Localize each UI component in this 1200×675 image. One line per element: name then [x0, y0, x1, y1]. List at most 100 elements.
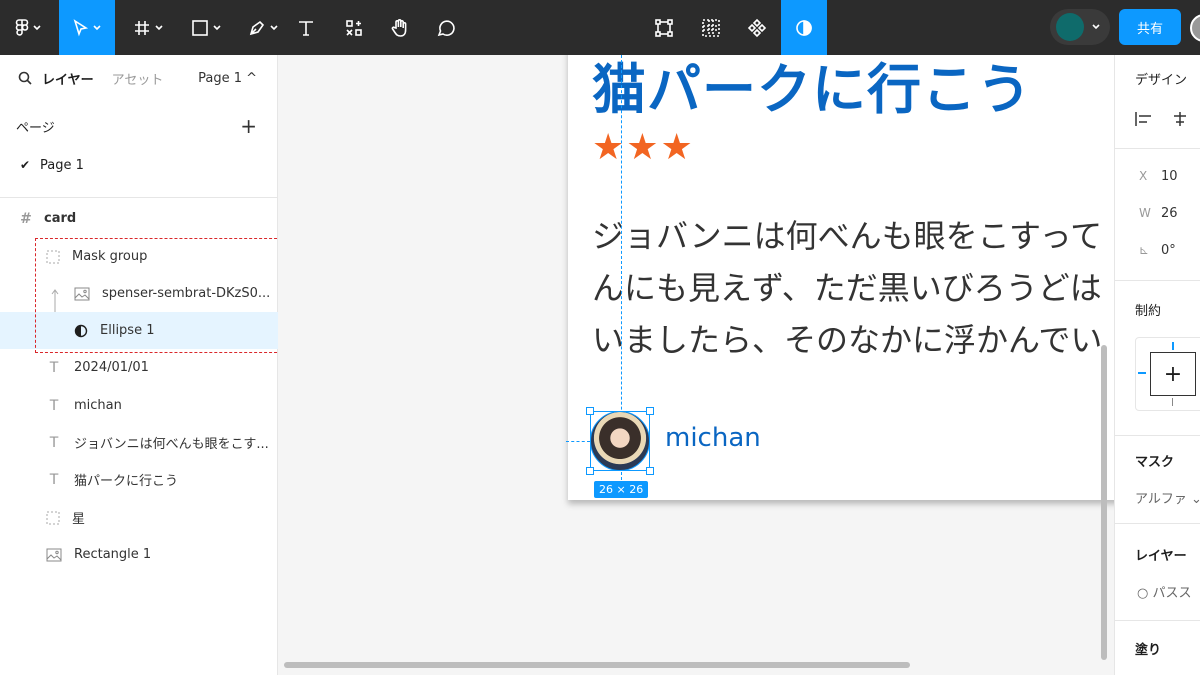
mask-mode-select[interactable]: アルファ ⌄ [1135, 488, 1200, 507]
layer-label: Rectangle 1 [74, 547, 152, 562]
comment-tool-button[interactable] [432, 0, 460, 55]
page-selector[interactable]: Page 1 ^ [198, 71, 257, 86]
align-left-icon[interactable] [1135, 112, 1153, 126]
layer-row-rectangle[interactable]: Rectangle 1 [0, 536, 278, 573]
frame-hash-icon: # [20, 210, 32, 227]
x-field[interactable]: X 10 [1139, 169, 1178, 184]
half-circle-mask-icon [74, 324, 88, 337]
component-button[interactable] [743, 0, 771, 55]
pages-header: ページ + [0, 101, 277, 151]
chevron-down-icon [32, 24, 41, 30]
constraint-left-bar[interactable] [1138, 372, 1146, 374]
chevron-down-icon [93, 24, 101, 30]
search-icon[interactable] [18, 71, 32, 85]
text-t-icon: T [49, 397, 59, 414]
layer-row-ellipse[interactable]: Ellipse 1 [0, 312, 278, 349]
resize-handle[interactable] [646, 407, 654, 415]
divider [1115, 280, 1200, 281]
layer-row-image[interactable]: spenser-sembrat-DKzS0... [0, 275, 278, 312]
resize-handle[interactable] [586, 467, 594, 475]
layer-label: 2024/01/01 [74, 360, 149, 375]
constraint-bottom-bar[interactable] [1172, 398, 1173, 406]
pen-tool-button[interactable] [238, 0, 288, 55]
card-title[interactable]: 猫パークに行こう [592, 55, 1032, 124]
comment-bubble-icon [437, 19, 455, 36]
layer-label: Mask group [72, 249, 148, 264]
w-field[interactable]: W 26 [1139, 206, 1178, 221]
frame-tool-button[interactable] [123, 0, 173, 55]
horizontal-scrollbar[interactable] [284, 662, 910, 668]
move-tool-button[interactable] [59, 0, 115, 55]
card-body-text[interactable]: ジョバンニは何べんも眼をこすって んにも見えず、ただ黒いびろうどは いましたら、… [592, 210, 1114, 366]
divider [1115, 620, 1200, 621]
design-tab[interactable]: デザイン [1135, 69, 1187, 88]
text-tool-button[interactable] [293, 0, 319, 55]
rotation-field[interactable]: ⊾ 0° [1139, 243, 1176, 258]
pages-heading: ページ [16, 120, 55, 136]
hand-tool-button[interactable] [385, 0, 415, 55]
tab-layers[interactable]: レイヤー [42, 69, 94, 88]
dotted-frame-icon [46, 250, 60, 263]
layer-label: michan [74, 398, 122, 413]
text-t-icon: T [49, 434, 59, 451]
text-t-icon: T [49, 359, 59, 376]
rectangle-icon [192, 19, 208, 36]
collaborator-avatar[interactable] [1190, 14, 1200, 42]
constraint-top-bar[interactable] [1172, 342, 1174, 350]
chevron-down-icon [213, 24, 221, 30]
rating-stars[interactable]: ★★★ [592, 127, 695, 168]
hand-icon [391, 18, 407, 37]
resize-handle[interactable] [646, 467, 654, 475]
dotted-frame-icon [46, 511, 60, 524]
canvas[interactable]: 猫パークに行こう ★★★ ジョバンニは何べんも眼をこすって んにも見えず、ただ黒… [278, 55, 1114, 675]
image-icon [46, 548, 62, 561]
page-item-label: Page 1 [40, 157, 84, 173]
page-item[interactable]: ✔ Page 1 [0, 151, 277, 179]
design-panel: デザイン X 10 W 26 ⊾ 0° 制約 + マスク アルファ ⌄ レイヤー ○ … [1114, 55, 1200, 675]
tab-assets[interactable]: アセット [112, 69, 164, 88]
resize-handle[interactable] [586, 407, 594, 415]
check-icon: ✔ [20, 158, 31, 172]
fill-heading: 塗り [1135, 643, 1162, 658]
layer-row-date[interactable]: T 2024/01/01 [0, 349, 278, 386]
main-menu-button[interactable] [0, 0, 55, 55]
w-value: 26 [1161, 206, 1178, 221]
vertical-scrollbar[interactable] [1101, 345, 1107, 660]
layer-row-stars[interactable]: 星 [0, 499, 278, 536]
layer-row-card[interactable]: # card [0, 200, 278, 237]
align-center-icon[interactable] [1171, 112, 1189, 126]
share-button[interactable]: 共有 [1119, 9, 1181, 45]
blend-mode-select[interactable]: ○ パスス [1137, 582, 1191, 601]
layer-label: 猫パークに行こう [74, 474, 179, 489]
divider [1115, 148, 1200, 149]
author-name[interactable]: michan [665, 423, 761, 453]
layer-label: ジョバンニは何べんも眼をこす... [74, 437, 269, 452]
layer-row-title[interactable]: T 猫パークに行こう [0, 461, 278, 498]
shape-tool-button[interactable] [181, 0, 231, 55]
layer-label: Ellipse 1 [100, 323, 155, 338]
resources-button[interactable] [339, 0, 369, 55]
layer-row-body-text[interactable]: T ジョバンニは何べんも眼をこす... [0, 424, 278, 461]
constraints-heading: 制約 [1135, 304, 1162, 319]
layer-heading: レイヤー [1135, 549, 1187, 564]
divider [0, 197, 277, 198]
layer-row-mask-group[interactable]: Mask group [0, 238, 278, 275]
mask-button[interactable] [781, 0, 827, 55]
size-badge: 26 × 26 [594, 481, 649, 498]
user-menu-button[interactable] [1050, 9, 1110, 45]
selection-box [586, 407, 654, 475]
edit-object-button[interactable] [650, 0, 678, 55]
vector-edit-icon [655, 18, 673, 37]
add-page-button[interactable]: + [240, 114, 257, 138]
chevron-down-icon [1092, 24, 1100, 30]
chevron-down-icon [270, 24, 278, 30]
frame-hash-icon [135, 20, 149, 35]
divider [1115, 435, 1200, 436]
constraints-widget[interactable]: + [1135, 337, 1200, 411]
divider [1115, 523, 1200, 524]
figma-logo-icon [15, 18, 28, 36]
mask-grid-button[interactable] [697, 0, 725, 55]
panel-tabs: レイヤー アセット Page 1 ^ [0, 55, 277, 101]
component-diamond-icon [747, 18, 767, 37]
layer-row-michan[interactable]: T michan [0, 387, 278, 424]
